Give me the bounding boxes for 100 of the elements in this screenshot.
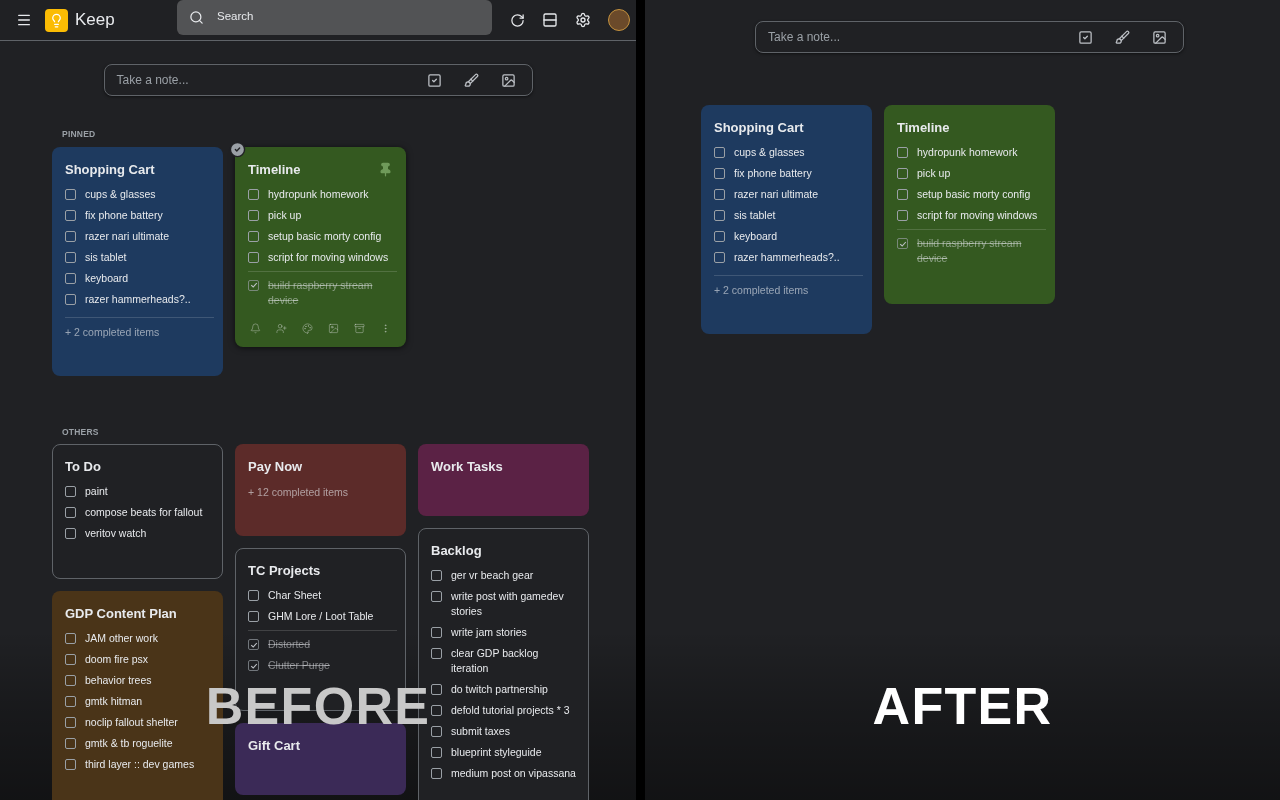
search-field[interactable]: Search bbox=[177, 0, 492, 35]
refresh-icon[interactable] bbox=[510, 12, 525, 28]
checkbox[interactable] bbox=[431, 591, 442, 603]
completed-items-link[interactable]: + 2 completed items bbox=[65, 324, 210, 341]
checkbox[interactable] bbox=[431, 705, 442, 717]
select-check-icon[interactable] bbox=[229, 140, 246, 158]
checkbox[interactable] bbox=[897, 238, 908, 249]
note-card[interactable]: Timeline hydropunk homework pick up setup basic morty config script for moving windows build raspberry stream device bbox=[884, 105, 1055, 304]
palette-icon[interactable] bbox=[302, 322, 313, 334]
note-title: GDP Content Plan bbox=[65, 605, 177, 624]
search-icon[interactable] bbox=[189, 9, 204, 25]
settings-icon[interactable] bbox=[575, 12, 591, 28]
note-card[interactable]: Pay Now + 12 completed items bbox=[235, 444, 406, 536]
checkbox[interactable] bbox=[714, 189, 725, 200]
note-title: Backlog bbox=[431, 542, 482, 561]
checkbox[interactable] bbox=[65, 759, 76, 771]
list-item-text: gmtk hitman bbox=[85, 694, 143, 710]
checkbox[interactable] bbox=[897, 189, 908, 200]
checkbox[interactable] bbox=[714, 147, 725, 158]
app-name[interactable]: Keep bbox=[75, 7, 177, 33]
checkbox[interactable] bbox=[714, 210, 725, 221]
list-item-text: razer nari ultimate bbox=[85, 228, 170, 244]
list-item-text: write post with gamedev stories bbox=[451, 589, 565, 620]
note-placeholder: Take a note... bbox=[116, 72, 190, 89]
list-item-text: fix phone battery bbox=[85, 207, 163, 223]
menu-icon[interactable] bbox=[16, 12, 32, 28]
image-icon[interactable] bbox=[500, 72, 516, 88]
checkbox[interactable] bbox=[897, 210, 908, 221]
checkmark-icon bbox=[249, 640, 258, 649]
checkbox[interactable] bbox=[65, 251, 76, 263]
list-item-text: submit taxes bbox=[451, 724, 510, 740]
checkbox[interactable] bbox=[248, 590, 259, 601]
checkbox[interactable] bbox=[65, 738, 76, 750]
checkbox[interactable] bbox=[897, 168, 908, 179]
note-title: Timeline bbox=[248, 160, 301, 179]
add-person-icon[interactable] bbox=[276, 322, 287, 334]
checkbox[interactable] bbox=[65, 717, 76, 729]
completed-items-link[interactable]: + 2 completed items bbox=[714, 283, 859, 299]
take-note-bar[interactable]: Take a note... bbox=[755, 21, 1184, 53]
keep-logo-icon[interactable] bbox=[45, 8, 68, 32]
checkbox[interactable] bbox=[714, 231, 725, 242]
checkbox[interactable] bbox=[248, 188, 259, 200]
checkbox[interactable] bbox=[431, 627, 442, 639]
checkbox[interactable] bbox=[248, 611, 259, 622]
checkbox[interactable] bbox=[65, 486, 76, 498]
checkbox[interactable] bbox=[65, 230, 76, 242]
list-item-text: paint bbox=[85, 484, 108, 500]
completed-items-link[interactable]: + 12 completed items bbox=[248, 485, 393, 501]
list-item-text: gmtk & tb roguelite bbox=[85, 736, 173, 752]
checkbox[interactable] bbox=[248, 639, 259, 650]
checkbox[interactable] bbox=[431, 570, 442, 582]
checklist-icon[interactable] bbox=[1078, 29, 1093, 45]
checkbox[interactable] bbox=[248, 251, 259, 263]
checkbox[interactable] bbox=[897, 147, 908, 158]
list-view-icon[interactable] bbox=[542, 12, 558, 28]
list-item-text: clear GDP backlog iteration bbox=[451, 646, 540, 677]
checkbox[interactable] bbox=[431, 648, 442, 660]
list-item-text: noclip fallout shelter bbox=[85, 715, 178, 731]
checkbox[interactable] bbox=[65, 293, 76, 305]
checkbox[interactable] bbox=[431, 747, 442, 759]
note-card[interactable]: To Do paint compose beats for fallout veritov watch bbox=[52, 444, 223, 580]
checkbox[interactable] bbox=[65, 209, 76, 221]
list-item-text: hydropunk homework bbox=[268, 186, 369, 202]
checkbox[interactable] bbox=[65, 272, 76, 284]
note-card[interactable]: Shopping Cart cups & glasses fix phone battery razer nari ultimate sis tablet keyboard razer hammerheads?.. + 2 completed items bbox=[701, 105, 872, 334]
list-item-text: script for moving windows bbox=[917, 208, 1038, 223]
list-item-text: Clutter Purge bbox=[268, 658, 330, 673]
brush-icon[interactable] bbox=[463, 72, 479, 88]
brush-icon[interactable] bbox=[1115, 29, 1130, 45]
checkbox[interactable] bbox=[65, 633, 76, 645]
note-card[interactable]: Work Tasks bbox=[418, 444, 589, 517]
checkbox[interactable] bbox=[248, 230, 259, 242]
checkmark-icon bbox=[898, 239, 907, 248]
checkbox[interactable] bbox=[65, 188, 76, 200]
checklist-icon[interactable] bbox=[426, 72, 442, 88]
checkbox[interactable] bbox=[65, 696, 76, 708]
note-title: Timeline bbox=[897, 119, 950, 137]
list-item-text: defold tutorial projects * 3 bbox=[451, 703, 570, 719]
list-item-text: pick up bbox=[268, 207, 302, 223]
checkbox[interactable] bbox=[714, 168, 725, 179]
checkbox[interactable] bbox=[65, 675, 76, 687]
take-note-bar[interactable]: Take a note... bbox=[103, 64, 533, 96]
avatar[interactable] bbox=[608, 9, 630, 31]
checkbox[interactable] bbox=[431, 684, 442, 696]
note-card[interactable]: Shopping Cart cups & glasses fix phone battery razer nari ultimate sis tablet keyboard razer hammerheads?.. + 2 completed items bbox=[52, 146, 223, 376]
checkbox[interactable] bbox=[431, 768, 442, 780]
image-icon[interactable] bbox=[1152, 29, 1167, 45]
list-item-text: Char Sheet bbox=[268, 588, 322, 603]
checkbox[interactable] bbox=[65, 507, 76, 519]
list-item-text: setup basic morty config bbox=[268, 228, 382, 244]
list-item-text: razer nari ultimate bbox=[734, 187, 819, 202]
pin-icon[interactable] bbox=[378, 161, 393, 177]
checkbox[interactable] bbox=[65, 654, 76, 666]
checkbox[interactable] bbox=[248, 279, 259, 291]
checkbox[interactable] bbox=[714, 252, 725, 263]
checkbox[interactable] bbox=[248, 209, 259, 221]
archive-icon[interactable] bbox=[354, 322, 365, 334]
checkbox[interactable] bbox=[65, 528, 76, 540]
checkbox[interactable] bbox=[248, 660, 259, 671]
checkbox[interactable] bbox=[431, 726, 442, 738]
